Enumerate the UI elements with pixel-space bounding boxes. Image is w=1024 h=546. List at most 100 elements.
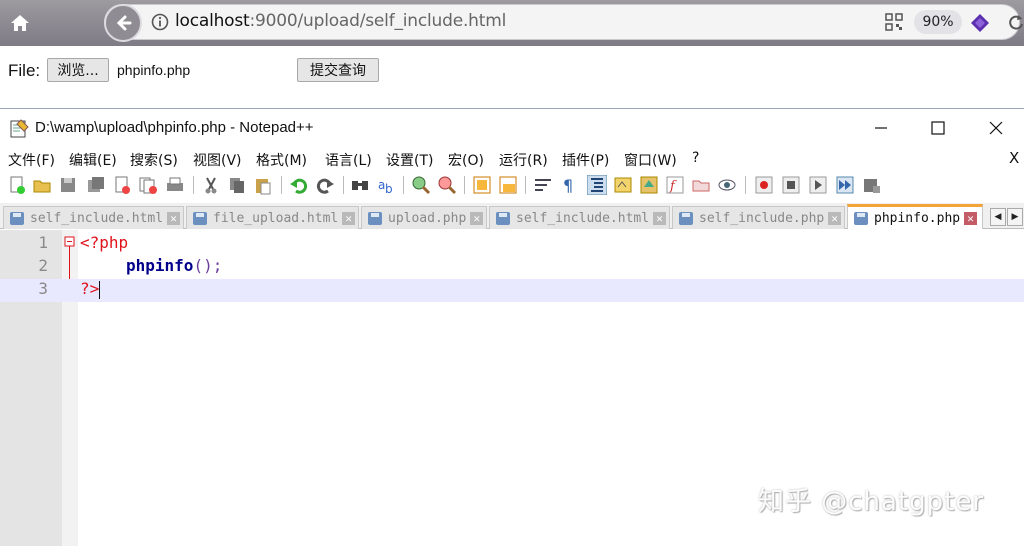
tab-scroll-left-button[interactable]: ◀: [990, 208, 1006, 226]
browser-toolbar: localhost:9000/upload/self_include.html …: [0, 0, 1024, 46]
document-tabs: self_include.html ✕ file_upload.html ✕ u…: [0, 203, 1024, 229]
svg-text:¶: ¶: [563, 176, 573, 195]
menu-plugins[interactable]: 插件(P): [562, 150, 609, 170]
open-file-icon[interactable]: [32, 175, 52, 195]
menu-help[interactable]: ?: [692, 150, 699, 166]
toolbar-separator: [343, 176, 344, 194]
tab-close-icon[interactable]: ✕: [828, 211, 842, 225]
file-row: File:: [8, 58, 40, 84]
tab-file-upload-html[interactable]: file_upload.html ✕: [186, 206, 359, 229]
tab-label: self_include.html: [30, 210, 164, 226]
minimize-button[interactable]: [870, 117, 892, 139]
save-macro-icon[interactable]: [862, 175, 882, 195]
save-all-icon[interactable]: [86, 175, 106, 195]
toolbar-separator: [525, 176, 526, 194]
line-number: 2: [38, 256, 48, 275]
tab-self-include-html[interactable]: self_include.html ✕: [3, 206, 184, 229]
word-wrap-icon[interactable]: [533, 175, 553, 195]
menu-file[interactable]: 文件(F): [8, 150, 55, 170]
file-label: File:: [8, 61, 41, 80]
close-file-icon[interactable]: [112, 175, 132, 195]
tab-close-icon[interactable]: ✕: [167, 211, 181, 225]
zoom-in-icon[interactable]: [411, 175, 431, 195]
text-caret: [99, 280, 101, 299]
line-number: 1: [38, 233, 48, 252]
menu-edit[interactable]: 编辑(E): [69, 150, 117, 170]
replace-icon[interactable]: ab: [376, 175, 396, 195]
run-macro-multiple-icon[interactable]: [835, 175, 855, 195]
stop-macro-icon[interactable]: [781, 175, 801, 195]
redo-icon[interactable]: [315, 175, 335, 195]
menu-run[interactable]: 运行(R): [499, 150, 548, 170]
tab-close-icon[interactable]: ✕: [964, 211, 978, 225]
zoom-out-icon[interactable]: [437, 175, 457, 195]
tab-phpinfo-php[interactable]: phpinfo.php ✕: [847, 204, 983, 229]
notepadpp-window: D:\wamp\upload\phpinfo.php - Notepad++ 文…: [0, 108, 1024, 546]
sync-vertical-icon[interactable]: [472, 175, 492, 195]
tab-close-icon[interactable]: ✕: [653, 211, 667, 225]
sync-horizontal-icon[interactable]: [498, 175, 518, 195]
tab-self-include-php[interactable]: self_include.php ✕: [672, 206, 845, 229]
save-status-icon: [496, 211, 510, 225]
menu-settings[interactable]: 设置(T): [386, 150, 433, 170]
tab-upload-php[interactable]: upload.php ✕: [361, 206, 487, 229]
extension-icon[interactable]: [969, 12, 991, 34]
info-icon[interactable]: [151, 13, 169, 31]
monitoring-icon[interactable]: [717, 175, 737, 195]
qr-code-icon[interactable]: [885, 13, 903, 31]
zoom-level[interactable]: 90%: [914, 10, 962, 34]
tab-scroll-right-button[interactable]: ▶: [1007, 208, 1023, 226]
save-status-icon: [368, 211, 382, 225]
document-map-icon[interactable]: [639, 175, 659, 195]
find-icon[interactable]: [350, 175, 370, 195]
tab-self-include-html-2[interactable]: self_include.html ✕: [489, 206, 670, 229]
folder-workspace-icon[interactable]: [691, 175, 711, 195]
tab-close-icon[interactable]: ✕: [342, 211, 356, 225]
function-list-icon[interactable]: f: [665, 175, 685, 195]
tab-label: phpinfo.php: [874, 210, 961, 226]
arrow-left-icon: [116, 15, 132, 31]
menu-window[interactable]: 窗口(W): [624, 150, 677, 170]
svg-text:b: b: [385, 182, 393, 195]
submit-button[interactable]: 提交查询: [297, 58, 379, 82]
menu-language[interactable]: 语言(L): [325, 150, 372, 170]
paste-icon[interactable]: [253, 175, 273, 195]
new-file-icon[interactable]: [7, 175, 27, 195]
reload-icon[interactable]: [1008, 13, 1024, 31]
browse-button[interactable]: 浏览...: [47, 58, 109, 82]
undo-icon[interactable]: [289, 175, 309, 195]
minimize-icon: [875, 127, 887, 129]
user-language-icon[interactable]: [613, 175, 633, 195]
record-macro-icon[interactable]: [754, 175, 774, 195]
tab-close-icon[interactable]: ✕: [470, 211, 484, 225]
save-icon[interactable]: [58, 175, 78, 195]
function-name: phpinfo: [126, 256, 194, 275]
selected-filename: phpinfo.php: [117, 62, 191, 78]
cut-icon[interactable]: [201, 175, 221, 195]
indent-guide-icon[interactable]: [587, 175, 607, 195]
maximize-button[interactable]: [927, 117, 949, 139]
print-icon[interactable]: [165, 175, 185, 195]
menu-view[interactable]: 视图(V): [193, 150, 242, 170]
code-line-1: 1 <?php: [0, 233, 1024, 256]
close-all-icon[interactable]: [138, 175, 158, 195]
copy-icon[interactable]: [227, 175, 247, 195]
php-open-tag: <?php: [80, 233, 129, 252]
close-button[interactable]: [985, 117, 1007, 139]
code-close: ?>: [80, 279, 101, 299]
home-icon[interactable]: [6, 9, 34, 37]
close-document-button[interactable]: X: [1009, 149, 1019, 167]
back-button[interactable]: [104, 4, 142, 42]
menu-macro[interactable]: 宏(O): [448, 150, 484, 170]
code-statement: phpinfo();: [126, 256, 222, 275]
line-number: 3: [38, 279, 48, 298]
play-macro-icon[interactable]: [808, 175, 828, 195]
show-all-chars-icon[interactable]: ¶: [559, 175, 579, 195]
menu-format[interactable]: 格式(M): [256, 150, 307, 170]
tab-label: file_upload.html: [213, 210, 339, 226]
code-line-3: 3 ?>: [0, 279, 1024, 302]
url-text[interactable]: localhost:9000/upload/self_include.html: [175, 11, 506, 31]
url-host: localhost: [175, 11, 250, 31]
menu-search[interactable]: 搜索(S): [130, 150, 178, 170]
toolbar-separator: [464, 176, 465, 194]
